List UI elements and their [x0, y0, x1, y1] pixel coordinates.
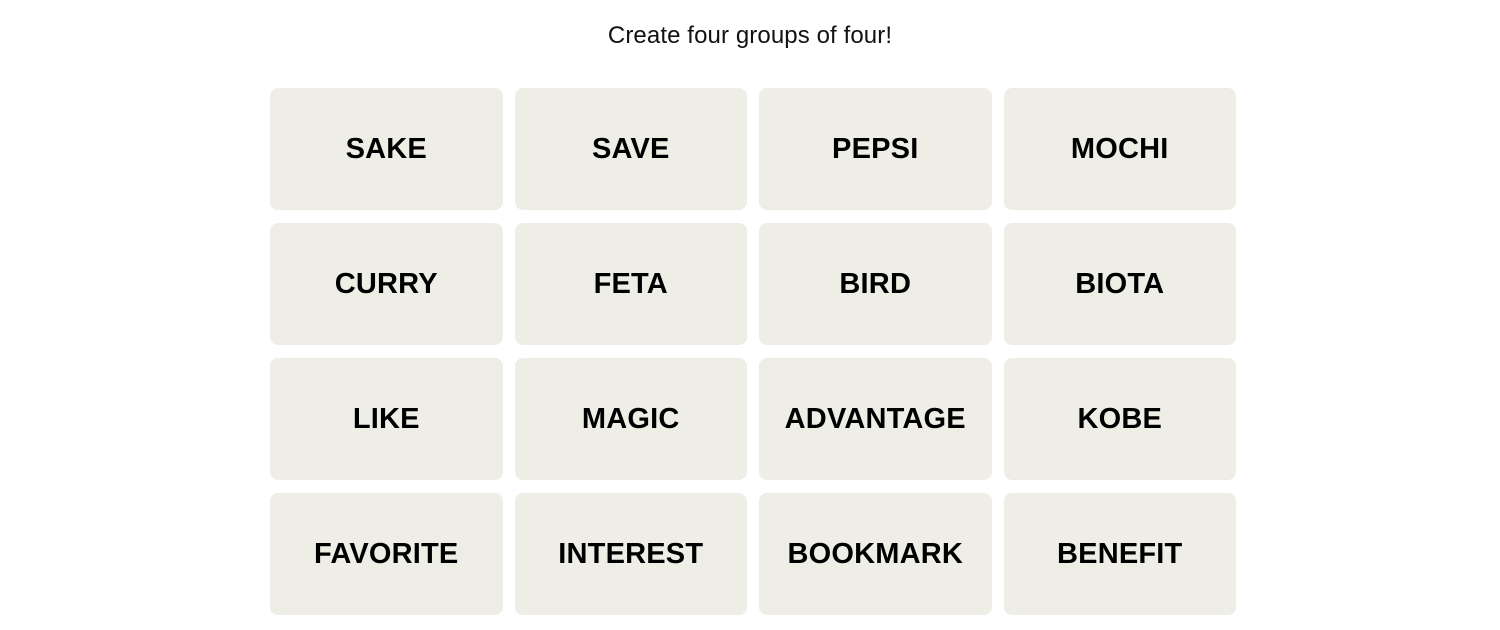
- word-tile-label: SAKE: [345, 132, 427, 165]
- word-tile[interactable]: KOBE: [1003, 358, 1236, 480]
- word-tile-label: BOOKMARK: [787, 537, 964, 570]
- word-tile-label: INTEREST: [558, 537, 704, 570]
- word-tile[interactable]: PEPSI: [759, 88, 992, 210]
- word-tile-label: MOCHI: [1070, 132, 1169, 165]
- word-tile-label: BIRD: [839, 267, 912, 300]
- word-tile-label: LIKE: [352, 402, 420, 435]
- word-tile[interactable]: SAVE: [514, 88, 747, 210]
- word-tile[interactable]: BENEFIT: [1003, 493, 1236, 615]
- word-tile-label: CURRY: [334, 267, 438, 300]
- word-tile[interactable]: FAVORITE: [270, 493, 503, 615]
- word-tile-label: ADVANTAGE: [784, 402, 966, 435]
- word-tile-label: PEPSI: [832, 132, 919, 165]
- word-tile[interactable]: MAGIC: [514, 358, 747, 480]
- word-tile[interactable]: CURRY: [270, 223, 503, 345]
- word-tile[interactable]: INTEREST: [514, 493, 747, 615]
- word-tile[interactable]: SAKE: [270, 88, 503, 210]
- word-grid: SAKE SAVE PEPSI MOCHI CURRY FETA BIRD BI…: [270, 88, 1236, 615]
- word-tile-label: MAGIC: [581, 402, 680, 435]
- word-tile[interactable]: FETA: [514, 223, 747, 345]
- word-tile-label: BIOTA: [1075, 267, 1165, 300]
- word-tile[interactable]: BIOTA: [1003, 223, 1236, 345]
- word-tile-label: SAVE: [591, 132, 670, 165]
- instruction-text: Create four groups of four!: [607, 22, 893, 49]
- game-page: Create four groups of four! SAKE SAVE PE…: [0, 0, 1500, 630]
- word-tile-label: FETA: [593, 267, 668, 300]
- word-tile-label: FAVORITE: [314, 537, 459, 570]
- word-tile-label: KOBE: [1077, 402, 1163, 435]
- word-tile[interactable]: BOOKMARK: [759, 493, 992, 615]
- word-tile-label: BENEFIT: [1057, 537, 1183, 570]
- word-tile[interactable]: MOCHI: [1003, 88, 1236, 210]
- word-tile[interactable]: ADVANTAGE: [759, 358, 992, 480]
- word-tile[interactable]: LIKE: [270, 358, 503, 480]
- word-tile[interactable]: BIRD: [759, 223, 992, 345]
